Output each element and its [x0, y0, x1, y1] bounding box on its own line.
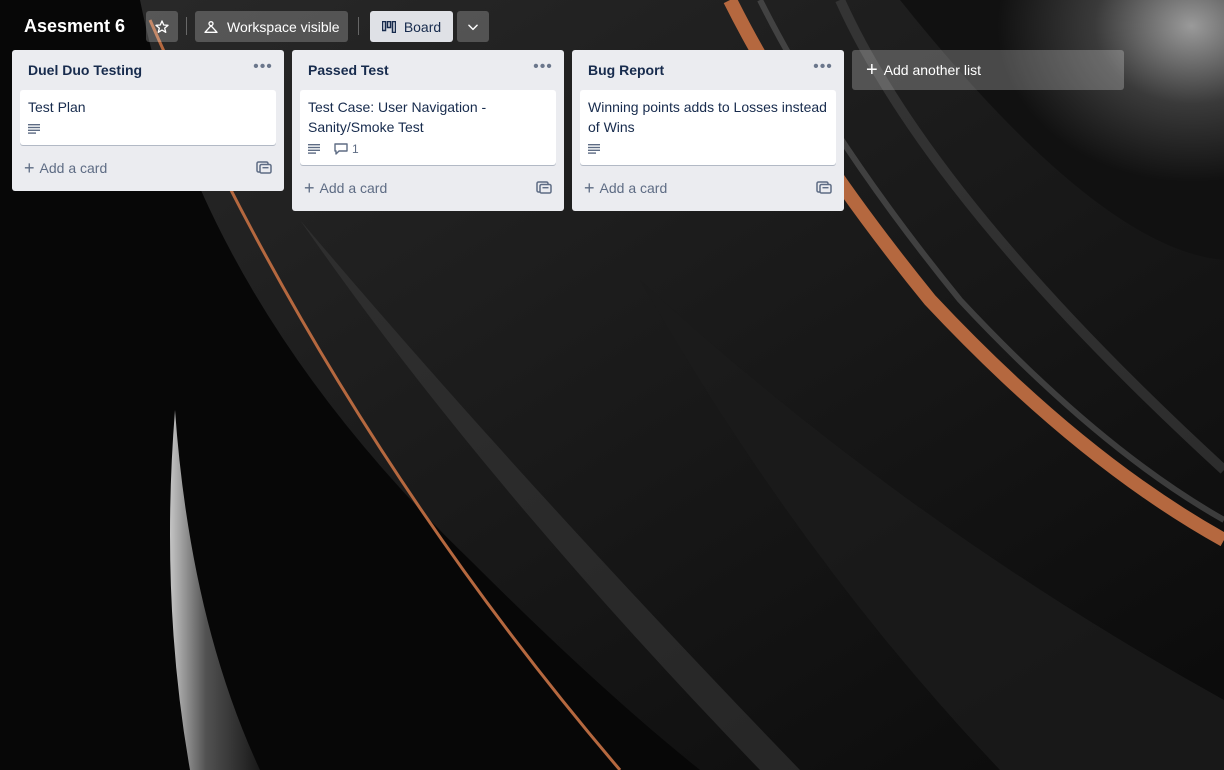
list-footer: + Add a card [12, 145, 284, 191]
plus-icon: + [24, 158, 35, 178]
list-title[interactable]: Duel Duo Testing [28, 62, 142, 78]
view-switcher-button[interactable] [457, 11, 489, 42]
board-title[interactable]: Asesment 6 [24, 15, 125, 37]
add-card-button[interactable]: + Add a card [304, 173, 387, 203]
list-duel-duo-testing: Duel Duo Testing ••• Test Plan + Add a c… [12, 50, 284, 191]
plus-icon: + [866, 59, 878, 81]
card[interactable]: Test Case: User Navigation - Sanity/Smok… [300, 90, 556, 165]
add-card-label: Add a card [599, 180, 668, 196]
ellipsis-icon: ••• [813, 58, 833, 75]
card-template-icon[interactable] [816, 179, 832, 195]
list-footer: + Add a card [292, 165, 564, 211]
card-title: Test Plan [28, 99, 86, 115]
board-view-button[interactable]: Board [370, 11, 453, 42]
card-badges: 1 [308, 139, 548, 159]
comment-icon [334, 143, 348, 155]
card[interactable]: Winning points adds to Losses instead of… [580, 90, 836, 165]
card-template-icon[interactable] [536, 179, 552, 195]
chevron-down-icon [468, 24, 478, 30]
list-header: Duel Duo Testing ••• [12, 50, 284, 90]
card-title: Winning points adds to Losses instead of… [588, 99, 827, 135]
list-passed-test: Passed Test ••• Test Case: User Navigati… [292, 50, 564, 211]
list-footer: + Add a card [572, 165, 844, 211]
card-badges [588, 139, 828, 159]
header-divider [186, 17, 187, 35]
ellipsis-icon: ••• [533, 58, 553, 75]
add-card-button[interactable]: + Add a card [584, 173, 667, 203]
visibility-button[interactable]: Workspace visible [195, 11, 348, 42]
card[interactable]: Test Plan [20, 90, 276, 145]
plus-icon: + [584, 178, 595, 198]
add-list-button[interactable]: + Add another list [852, 50, 1124, 90]
list-header: Bug Report ••• [572, 50, 844, 90]
visibility-label: Workspace visible [227, 18, 340, 35]
plus-icon: + [304, 178, 315, 198]
description-icon [308, 144, 320, 154]
description-icon [588, 144, 600, 154]
list-header: Passed Test ••• [292, 50, 564, 90]
comment-count: 1 [352, 142, 359, 156]
card-badges [28, 119, 268, 139]
card-template-icon[interactable] [256, 159, 272, 175]
star-icon [155, 19, 169, 33]
add-list-label: Add another list [883, 62, 981, 78]
list-title[interactable]: Passed Test [308, 62, 389, 78]
board-header: Asesment 6 Workspace visible Board [0, 0, 1224, 52]
ellipsis-icon: ••• [253, 58, 273, 75]
list-bug-report: Bug Report ••• Winning points adds to Lo… [572, 50, 844, 211]
add-card-label: Add a card [39, 160, 108, 176]
list-title[interactable]: Bug Report [588, 62, 664, 78]
star-button[interactable] [146, 11, 178, 42]
add-card-button[interactable]: + Add a card [24, 153, 107, 183]
description-icon [28, 124, 40, 134]
board-view-label: Board [403, 18, 442, 35]
header-divider [358, 17, 359, 35]
workspace-visible-icon [204, 20, 218, 33]
board-icon [381, 20, 396, 33]
list-menu-button[interactable]: ••• [252, 58, 274, 80]
card-title: Test Case: User Navigation - Sanity/Smok… [308, 99, 487, 135]
list-menu-button[interactable]: ••• [532, 58, 554, 80]
add-card-label: Add a card [319, 180, 388, 196]
list-menu-button[interactable]: ••• [812, 58, 834, 80]
